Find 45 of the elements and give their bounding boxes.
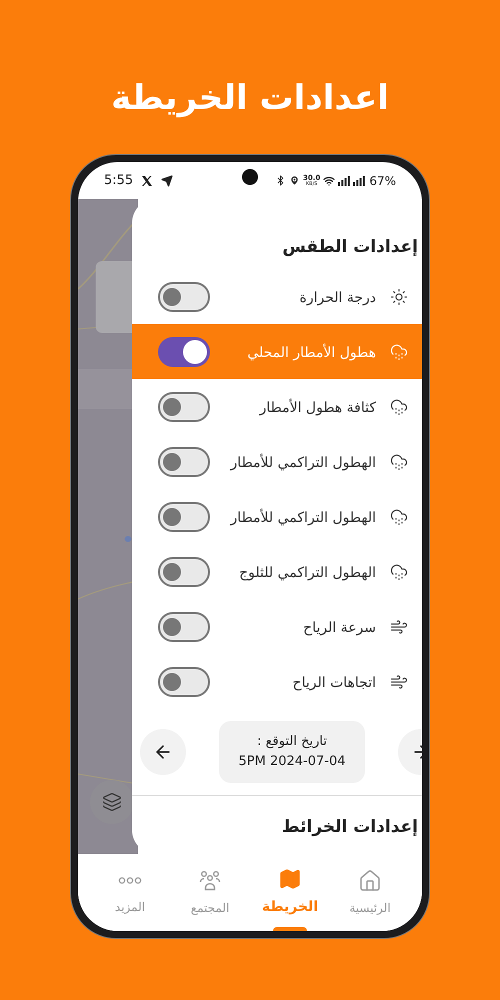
setting-label: الهطول التراكمي للأمطار [230,452,376,472]
telegram-icon [161,174,174,186]
location-icon [289,175,300,186]
toggle-switch[interactable] [158,282,210,312]
map-icon [278,867,302,891]
setting-label: سرعة الرياح [303,618,376,638]
setting-label: درجة الحرارة [299,288,376,308]
rain-cloud-icon [390,562,408,580]
rain-cloud-icon [390,508,408,526]
signal-icon [338,176,350,186]
setting-label: الهطول التراكمي للثلوج [239,564,376,582]
section-title: إعدادات الخرائط [280,816,419,839]
toggle-switch[interactable] [158,666,210,696]
previous-button[interactable] [140,729,186,775]
toggle-switch[interactable] [158,446,210,476]
toggle-switch[interactable] [158,612,210,642]
toggle-switch[interactable] [158,502,210,532]
front-camera [242,169,258,185]
page-title: اعدادات الخريطة [111,77,389,120]
more-icon [118,877,142,884]
rain-cloud-icon [390,398,408,416]
rain-cloud-icon [390,342,408,360]
setting-label: هطول الأمطار المحلي [247,342,376,362]
toggle-switch[interactable] [158,556,210,586]
wind-icon [390,618,408,636]
wifi-icon [323,174,336,186]
setting-label: الهطول التراكمي للأمطار [230,508,376,528]
sun-icon [390,288,408,306]
forecast-label: تاريخ التوقع : [257,733,327,751]
rain-cloud-icon [390,452,408,470]
bluetooth-icon [275,175,286,186]
toggle-switch[interactable] [158,336,210,366]
battery-level: 67% [369,172,396,190]
layers-icon [102,792,122,812]
people-icon [198,868,222,892]
home-icon [358,868,382,892]
x-logo-icon [141,174,154,186]
setting-label: كثافة هطول الأمطار [260,398,376,418]
status-time: 5:55 [104,172,134,190]
section-title: إعدادات الطقس [281,236,419,259]
forecast-date: 5PM 2024-07-04 [238,753,346,771]
toggle-switch[interactable] [158,392,210,422]
signal-icon [353,176,366,186]
setting-label: اتجاهات الرياح [292,674,376,692]
wind-icon [390,672,408,690]
